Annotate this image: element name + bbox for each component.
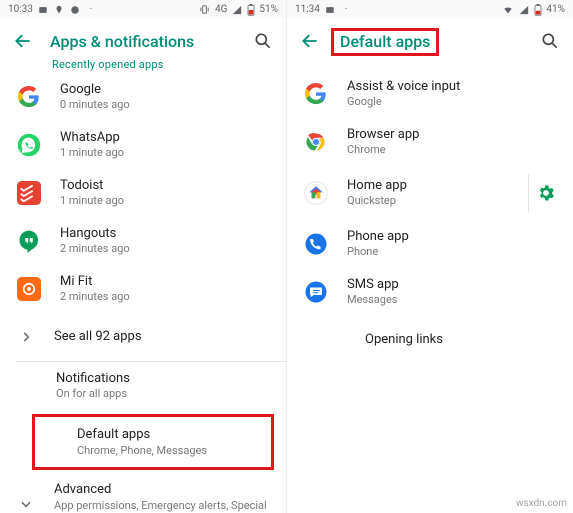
app-label: Todoist [60,178,270,194]
header-left: Apps & notifications [0,18,286,62]
app-row-whatsapp[interactable]: WhatsApp 1 minute ago [0,121,286,169]
default-apps-sub: Chrome, Phone, Messages [77,445,255,458]
google-icon [16,84,42,110]
item-sub: Quickstep [347,195,526,208]
back-button[interactable] [299,30,321,52]
notifications-row[interactable]: Notifications On for all apps [0,362,286,410]
default-apps-label: Default apps [77,427,255,443]
mifit-icon [16,276,42,302]
header-right: Default apps [287,18,573,62]
notifications-label: Notifications [56,371,270,387]
app-label: Mi Fit [60,274,270,290]
item-label: Phone app [347,229,557,245]
dot-icon: · [340,4,352,16]
divider [528,174,529,212]
item-label: Browser app [347,127,557,143]
chevron-right-icon [16,327,36,347]
settings-gear-button[interactable] [535,182,557,204]
todoist-icon [16,180,42,206]
wifi-icon [502,4,514,16]
see-all-label: See all 92 apps [54,329,270,345]
image-icon [324,4,336,16]
chevron-down-icon [16,494,36,513]
app-row-todoist[interactable]: Todoist 1 minute ago [0,169,286,217]
app-sub: 2 minutes ago [60,291,270,304]
messages-icon [303,279,329,305]
whatsapp-icon [16,132,42,158]
browser-app-row[interactable]: Browser app Chrome [287,118,573,166]
status-bar-right: 11:34 · 41% [287,0,573,18]
status-bar-left: 10:33 · 4G [0,0,286,18]
recently-opened-label: Recently opened apps [52,58,286,71]
app-label: Hangouts [60,226,270,242]
item-sub: Messages [347,294,557,307]
vibrate-icon [199,4,211,16]
image-icon [37,4,49,16]
app-sub: 1 minute ago [60,195,270,208]
app-row-google[interactable]: Google 0 minutes ago [0,73,286,121]
item-sub: Phone [347,246,557,259]
opening-links-label: Opening links [365,332,557,348]
home-icon [303,180,329,206]
battery-icon [534,4,542,16]
default-apps-row[interactable]: Default apps Chrome, Phone, Messages [35,419,271,465]
google-icon [303,81,329,107]
phone-icon [303,231,329,257]
item-label: SMS app [347,277,557,293]
clock: 11:34 [295,5,320,15]
watermark: wsxdn.com [516,498,567,509]
pin-icon [53,4,65,16]
whatsapp-status-icon [69,4,81,16]
battery-icon [247,4,255,16]
back-button[interactable] [12,30,34,52]
signal-icon [231,4,243,16]
phone-app-row[interactable]: Phone app Phone [287,220,573,268]
advanced-sub: App permissions, Emergency alerts, Speci… [54,500,270,513]
app-label: Google [60,82,270,98]
page-title: Apps & notifications [50,32,252,51]
assist-voice-row[interactable]: Assist & voice input Google [287,70,573,118]
chrome-icon [303,129,329,155]
search-button[interactable] [252,30,274,52]
item-sub: Chrome [347,144,557,157]
default-apps-pane: 11:34 · 41% [287,0,573,513]
default-apps-highlight: Default apps Chrome, Phone, Messages [32,414,274,470]
item-label: Home app [347,178,526,194]
advanced-label: Advanced [54,482,270,498]
battery-percent: 51% [259,5,278,15]
app-row-mifit[interactable]: Mi Fit 2 minutes ago [0,265,286,313]
app-sub: 2 minutes ago [60,243,270,256]
hangouts-icon [16,228,42,254]
page-title: Default apps [331,28,439,56]
item-label: Assist & voice input [347,79,557,95]
home-app-row[interactable]: Home app Quickstep [287,166,573,220]
dot-icon: · [85,4,97,16]
search-button[interactable] [539,30,561,52]
clock: 10:33 [8,5,33,15]
app-row-hangouts[interactable]: Hangouts 2 minutes ago [0,217,286,265]
app-sub: 1 minute ago [60,147,270,160]
item-sub: Google [347,96,557,109]
sms-app-row[interactable]: SMS app Messages [287,268,573,316]
network-label: 4G [215,5,227,15]
signal-icon [518,4,530,16]
app-sub: 0 minutes ago [60,99,270,112]
notifications-sub: On for all apps [56,388,270,401]
default-apps-title-highlight: Default apps [331,32,539,51]
app-label: WhatsApp [60,130,270,146]
advanced-row[interactable]: Advanced App permissions, Emergency aler… [0,474,286,513]
see-all-apps[interactable]: See all 92 apps [0,313,286,361]
battery-percent: 41% [546,5,565,15]
opening-links-row[interactable]: Opening links [287,316,573,364]
apps-and-notifications-pane: 10:33 · 4G [0,0,287,513]
